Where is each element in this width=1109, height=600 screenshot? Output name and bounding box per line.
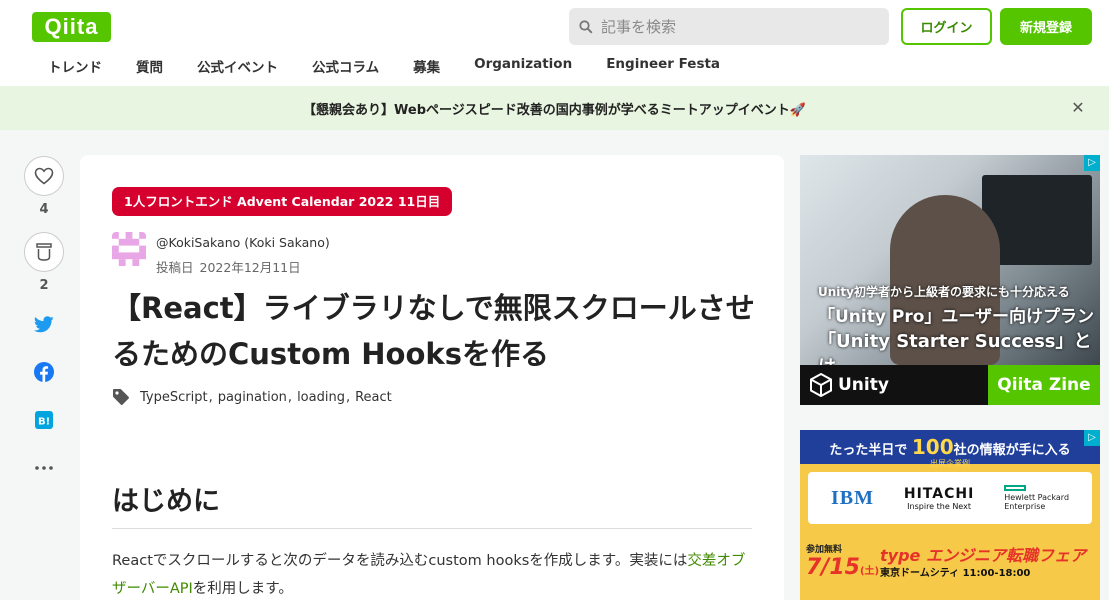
section-heading: はじめに	[112, 479, 752, 529]
site-header: Qiita ログイン 新規登録 トレンド 質問 公式イベント 公式コラム 募集 …	[0, 0, 1109, 86]
tag-react[interactable]: React	[355, 390, 392, 405]
stock-icon	[36, 243, 52, 261]
para-text-before: Reactでスクロールすると次のデータを読み込むcustom hooksを作成し…	[112, 553, 688, 569]
stock-count: 2	[39, 278, 49, 293]
ad2-headline-pre: たった半日で	[829, 443, 908, 458]
posted-date-value: 2022年12月11日	[199, 260, 301, 275]
more-menu[interactable]	[24, 456, 64, 480]
nav-trend[interactable]: トレンド	[48, 56, 102, 78]
tag-loading[interactable]: loading	[297, 390, 345, 405]
twitter-icon	[34, 315, 54, 332]
ad-line-2: 「Unity Pro」ユーザー向けプラン	[818, 307, 1095, 327]
article-title: 【React】ライブラリなしで無限スクロールさせるためのCustom Hooks…	[112, 291, 755, 371]
posted-date: 投稿日 2022年12月11日	[156, 257, 307, 276]
ad2-sub: 出展企業例	[930, 459, 970, 468]
global-nav: トレンド 質問 公式イベント 公式コラム 募集 Organization Eng…	[32, 56, 754, 78]
search-icon	[579, 19, 593, 34]
unity-ad[interactable]: Unity初学者から上級者の要求にも十分応える 「Unity Pro」ユーザー向…	[800, 155, 1100, 405]
hitachi-logo: HITACHI Inspire the Next	[904, 486, 974, 511]
like-button[interactable]	[24, 156, 64, 196]
banner-text[interactable]: 【懇親会あり】Webページスピード改善の国内事例が学べるミートアップイベント🚀	[303, 99, 806, 118]
tag-pagination[interactable]: pagination	[218, 390, 287, 405]
action-rail: 4 2 B!	[24, 156, 64, 480]
qiita-zine-logo: Qiita Zine	[988, 365, 1100, 405]
ad2-date: 参加無料 7/15(土)	[806, 542, 879, 580]
ad-info-icon[interactable]: ▷	[1084, 430, 1100, 446]
qiita-logo[interactable]: Qiita	[32, 12, 111, 42]
ad2-headline-num: 100	[911, 435, 954, 459]
posted-label: 投稿日	[156, 260, 194, 275]
nav-engineer-festa[interactable]: Engineer Festa	[606, 56, 720, 78]
nav-questions[interactable]: 質問	[136, 56, 163, 78]
search-box[interactable]	[569, 8, 889, 45]
article-card: 1人フロントエンド Advent Calendar 2022 11日目 @Kok…	[80, 155, 784, 600]
intro-paragraph: Reactでスクロールすると次のデータを読み込むcustom hooksを作成し…	[112, 547, 757, 600]
hatena-bookmark-icon: B!	[35, 411, 53, 429]
ad2-venue: 東京ドームシティ 11:00-18:00	[880, 568, 1031, 579]
ad2-date-day: (土)	[859, 566, 880, 577]
avatar[interactable]	[112, 232, 146, 266]
close-icon[interactable]: ✕	[1069, 99, 1087, 117]
more-icon	[35, 466, 53, 470]
facebook-share[interactable]	[24, 360, 64, 384]
hatena-bookmark-share[interactable]: B!	[24, 408, 64, 432]
twitter-share[interactable]	[24, 312, 64, 336]
signup-button[interactable]: 新規登録	[1000, 8, 1092, 45]
advent-calendar-badge[interactable]: 1人フロントエンド Advent Calendar 2022 11日目	[112, 187, 453, 216]
tag-icon	[113, 389, 129, 405]
login-button[interactable]: ログイン	[901, 8, 992, 45]
ad2-date-label: 参加無料	[806, 545, 843, 555]
ad2-company-logos: IBM HITACHI Inspire the Next Hewlett Pac…	[808, 472, 1092, 524]
facebook-icon	[34, 362, 54, 382]
announcement-banner[interactable]: 【懇親会あり】Webページスピード改善の国内事例が学べるミートアップイベント🚀 …	[0, 86, 1109, 130]
hpe-mark	[1004, 485, 1027, 491]
tag-typescript[interactable]: TypeScript	[140, 390, 208, 405]
type-job-fair-ad[interactable]: たった半日で 100社の情報が手に入る 出展企業例 IBM HITACHI In…	[800, 430, 1100, 600]
nav-organization[interactable]: Organization	[474, 56, 572, 78]
ad-line-1: Unity初学者から上級者の要求にも十分応える	[818, 285, 1070, 299]
svg-text:B!: B!	[38, 417, 50, 428]
para-text-after: を利用します。	[192, 581, 293, 597]
identicon-image	[112, 232, 146, 266]
like-count: 4	[39, 202, 49, 217]
nav-recruitment[interactable]: 募集	[413, 56, 440, 78]
ad-footer-bar: Unity Qiita Zine	[800, 365, 1100, 405]
stock-button[interactable]	[24, 232, 64, 272]
unity-brand-text: Unity	[838, 375, 889, 395]
ad2-headline-post: 社の情報が手に入る	[953, 443, 1071, 458]
ad2-bottom: 参加無料 7/15(土) type エンジニア転職フェア 東京ドームシティ 11…	[800, 530, 1100, 600]
nav-official-events[interactable]: 公式イベント	[197, 56, 278, 78]
search-input[interactable]	[601, 17, 871, 36]
hpe-name-1: Hewlett Packard	[1004, 493, 1070, 502]
nav-official-columns[interactable]: 公式コラム	[312, 56, 379, 78]
ad-info-icon[interactable]: ▷	[1084, 155, 1100, 171]
hpe-logo: Hewlett Packard Enterprise	[1004, 485, 1069, 511]
hitachi-name: HITACHI	[903, 485, 975, 502]
ad2-date-value: 7/15	[806, 555, 860, 580]
author-name[interactable]: @KokiSakano (Koki Sakano)	[156, 235, 330, 250]
hpe-name-2: Enterprise	[1004, 502, 1046, 511]
unity-logo-icon	[810, 373, 832, 397]
ad2-fair-name: type エンジニア転職フェア	[880, 546, 1086, 565]
hitachi-tagline: Inspire the Next	[907, 501, 971, 511]
ibm-logo: IBM	[830, 486, 874, 509]
heart-icon	[34, 167, 54, 185]
tag-list: TypeScript, pagination, loading, React	[112, 388, 392, 406]
unity-brand: Unity	[810, 373, 889, 397]
